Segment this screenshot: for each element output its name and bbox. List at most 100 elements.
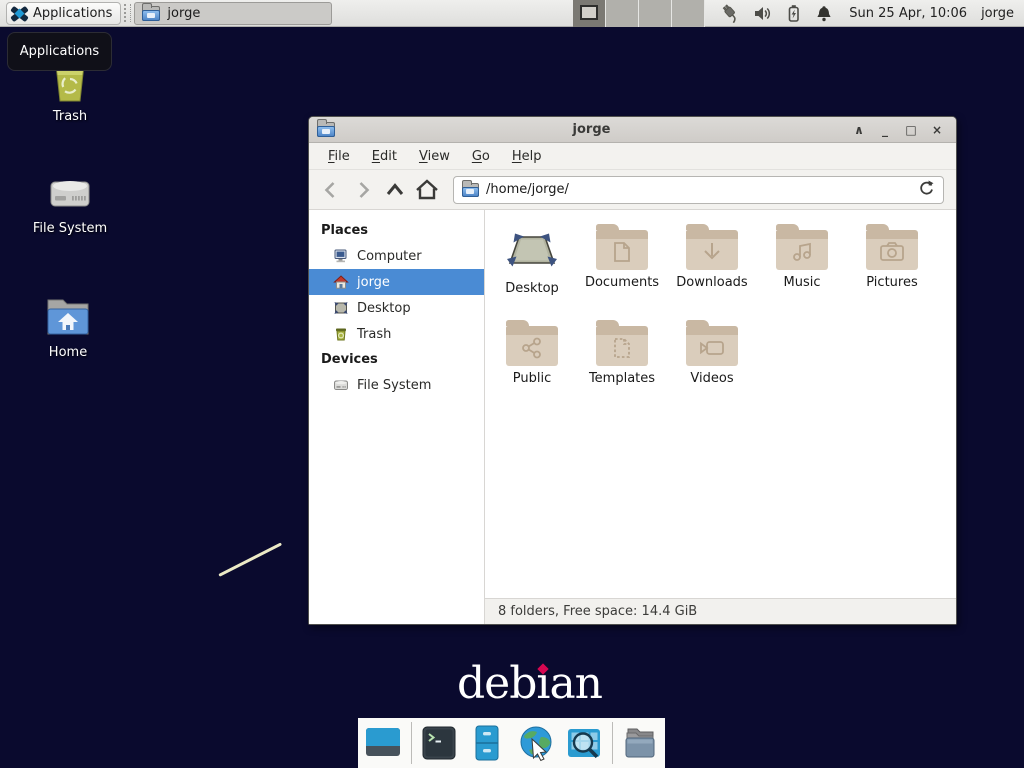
workspace-1[interactable]: [573, 0, 606, 27]
workspace-3[interactable]: [639, 0, 672, 27]
file-label: Videos: [690, 371, 733, 386]
file-item-pictures[interactable]: Pictures: [847, 222, 937, 318]
titlebar[interactable]: jorge ∧ _ □ ×: [309, 117, 956, 143]
drive-small-icon: [333, 377, 349, 393]
file-item-documents[interactable]: Documents: [577, 222, 667, 318]
workspace-4[interactable]: [672, 0, 705, 27]
sidebar-item-desktop[interactable]: Desktop: [309, 295, 484, 321]
desktop-icon-label: File System: [33, 221, 107, 236]
file-label: Desktop: [505, 281, 559, 296]
trash-small-icon: [333, 326, 349, 342]
show-desktop-button[interactable]: [362, 721, 405, 765]
workspace-2[interactable]: [606, 0, 639, 27]
logo-dotless-i: ı: [536, 658, 549, 709]
public-folder-icon: [506, 326, 558, 366]
back-button[interactable]: [317, 176, 345, 204]
file-manager-window: jorge ∧ _ □ × File Edit View Go Help: [308, 116, 957, 625]
file-cabinet-icon: [467, 723, 507, 763]
dock-panel: [358, 718, 665, 768]
desktop-icon-label: Home: [49, 345, 87, 360]
file-label: Downloads: [676, 275, 747, 290]
home-folder-icon: [43, 294, 93, 340]
file-manager-launcher[interactable]: [466, 721, 509, 765]
sidebar-item-jorge[interactable]: jorge: [309, 269, 484, 295]
sidebar-item-trash[interactable]: Trash: [309, 321, 484, 347]
file-label: Music: [784, 275, 821, 290]
applications-tooltip: Applications: [7, 32, 112, 71]
show-desktop-icon: [363, 723, 403, 763]
panel-clock[interactable]: Sun 25 Apr, 10:06: [849, 6, 967, 21]
workspace-window-thumb: [580, 5, 598, 20]
downloads-folder-icon: [686, 230, 738, 270]
file-grid[interactable]: Desktop Documents: [485, 210, 956, 598]
sidebar-item-filesystem[interactable]: File System: [309, 372, 484, 398]
file-label: Public: [513, 371, 551, 386]
menu-help[interactable]: Help: [501, 145, 553, 168]
file-label: Pictures: [866, 275, 917, 290]
window-body: Places Computer: [309, 210, 956, 624]
forward-button[interactable]: [349, 176, 377, 204]
desktop-icon-filesystem[interactable]: File System: [18, 170, 122, 236]
distro-logo-icon: [11, 5, 28, 22]
menu-file[interactable]: File: [317, 145, 361, 168]
desktop-small-icon: [333, 300, 349, 316]
menubar: File Edit View Go Help: [309, 143, 956, 170]
file-item-videos[interactable]: Videos: [667, 318, 757, 414]
close-button[interactable]: ×: [926, 120, 948, 140]
maximize-button[interactable]: □: [900, 120, 922, 140]
file-item-music[interactable]: Music: [757, 222, 847, 318]
location-bar[interactable]: /home/jorge/: [453, 176, 944, 204]
sidebar-item-label: Trash: [357, 327, 391, 342]
web-browser-launcher[interactable]: [515, 721, 558, 765]
taskbar-window-label: jorge: [167, 6, 200, 21]
terminal-launcher[interactable]: [417, 721, 460, 765]
directory-menu-icon: [620, 723, 660, 763]
sidebar-item-label: File System: [357, 378, 431, 393]
pictures-folder-icon: [866, 230, 918, 270]
applications-menu-button[interactable]: Applications: [6, 2, 121, 25]
dock-separator: [411, 722, 412, 764]
sidebar-header-places: Places: [309, 218, 484, 243]
window-folder-icon: [142, 6, 160, 21]
toolbar: /home/jorge/: [309, 170, 956, 210]
panel-username[interactable]: jorge: [981, 6, 1014, 21]
music-folder-icon: [776, 230, 828, 270]
videos-folder-icon: [686, 326, 738, 366]
path-text[interactable]: /home/jorge/: [486, 182, 911, 197]
window-icon[interactable]: [317, 122, 335, 137]
reload-icon[interactable]: [918, 179, 935, 200]
pointer-line: [218, 542, 282, 576]
home-button[interactable]: [413, 176, 441, 204]
volume-icon[interactable]: [753, 4, 772, 23]
network-icon[interactable]: [721, 4, 740, 23]
taskbar-window-button[interactable]: jorge: [134, 2, 332, 25]
sidebar: Places Computer: [309, 210, 485, 624]
sidebar-item-computer[interactable]: Computer: [309, 243, 484, 269]
minimize-button[interactable]: _: [874, 120, 896, 140]
window-title: jorge: [335, 122, 848, 137]
file-item-downloads[interactable]: Downloads: [667, 222, 757, 318]
notifications-icon[interactable]: [815, 4, 833, 23]
logo-text-part1: deb: [457, 658, 536, 709]
sidebar-item-label: jorge: [357, 275, 390, 290]
file-item-public[interactable]: Public: [487, 318, 577, 414]
up-button[interactable]: [381, 176, 409, 204]
panel-handle[interactable]: [124, 4, 131, 22]
file-item-desktop[interactable]: Desktop: [487, 222, 577, 318]
file-item-templates[interactable]: Templates: [577, 318, 667, 414]
computer-icon: [333, 248, 349, 264]
file-label: Templates: [589, 371, 655, 386]
battery-icon[interactable]: [785, 4, 802, 23]
menu-view[interactable]: View: [408, 145, 461, 168]
menu-go[interactable]: Go: [461, 145, 501, 168]
menu-edit[interactable]: Edit: [361, 145, 408, 168]
applications-menu-label: Applications: [33, 6, 112, 21]
system-tray: [721, 4, 833, 23]
desktop-icon-home[interactable]: Home: [16, 294, 120, 360]
shade-button[interactable]: ∧: [848, 120, 870, 140]
terminal-icon: [419, 723, 459, 763]
sidebar-item-label: Desktop: [357, 301, 411, 316]
application-finder-launcher[interactable]: [563, 721, 606, 765]
application-finder-icon: [564, 723, 604, 763]
directory-menu-button[interactable]: [619, 721, 662, 765]
